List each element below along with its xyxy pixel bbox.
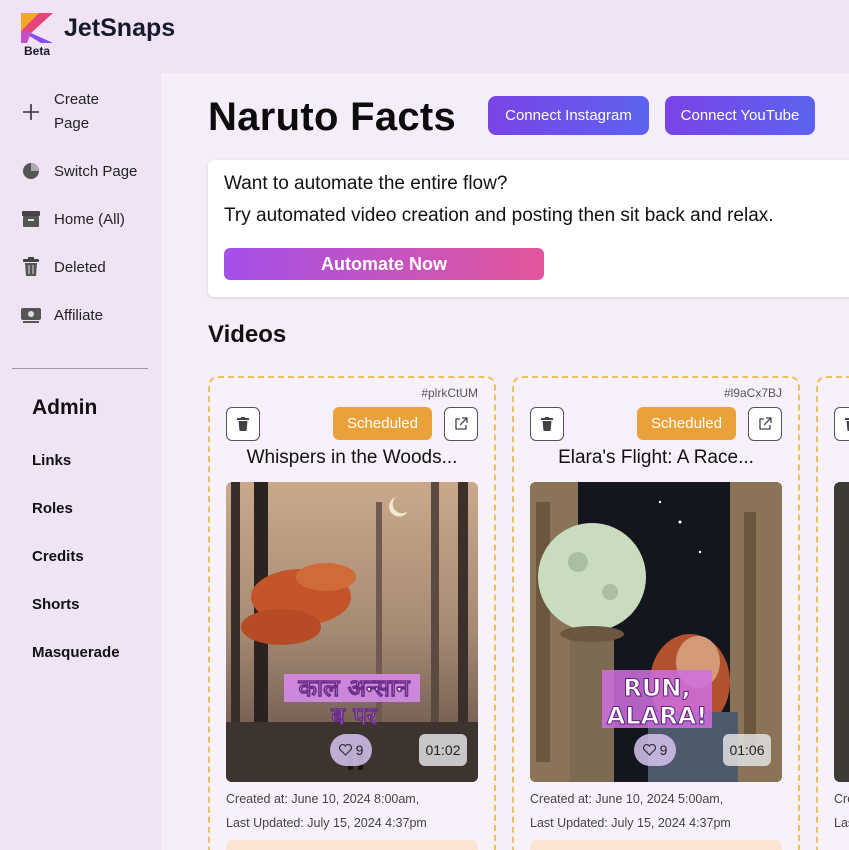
sidebar-item-affiliate[interactable]: Affiliate <box>20 304 103 326</box>
admin-link-shorts[interactable]: Shorts <box>32 596 80 613</box>
delete-video-button[interactable] <box>530 407 564 441</box>
main-content: Naruto Facts Connect Instagram Connect Y… <box>161 73 849 850</box>
likes-count-badge: 9 <box>634 734 676 766</box>
delete-video-button[interactable] <box>834 407 849 441</box>
beta-badge: Beta <box>24 44 51 58</box>
automate-now-button[interactable]: Automate Now <box>224 248 544 280</box>
admin-link-links[interactable]: Links <box>32 452 71 469</box>
video-id: #l9aCx7BJ <box>723 386 782 400</box>
last-updated-text: Last Updated: July 15, 2024 4:37pm <box>226 816 427 830</box>
admin-link-credits[interactable]: Credits <box>32 548 84 565</box>
video-thumbnail[interactable] <box>834 482 849 782</box>
sidebar-item-label: Affiliate <box>54 306 103 324</box>
page-title: Naruto Facts <box>208 95 457 139</box>
likes-count: 9 <box>355 742 364 758</box>
sidebar-divider <box>12 368 148 369</box>
created-at-text: Cre <box>834 792 849 806</box>
video-duration: 01:06 <box>723 734 771 766</box>
sidebar: Create Page Switch Page Home (All) Delet… <box>0 73 161 850</box>
video-id: #plrkCtUM <box>421 386 478 400</box>
sidebar-item-deleted[interactable]: Deleted <box>20 256 106 278</box>
banner-headline: Want to automate the entire flow? <box>224 173 508 194</box>
likes-count-badge: 9 <box>330 734 372 766</box>
trash-icon <box>20 256 42 278</box>
video-title: Elara's Flight: A Race... <box>558 447 754 468</box>
sidebar-item-home-all[interactable]: Home (All) <box>20 208 125 230</box>
videos-section-title: Videos <box>208 321 287 348</box>
thumbnail-caption-line-2: ALARA! <box>607 702 707 730</box>
connect-instagram-button[interactable]: Connect Instagram <box>488 96 649 135</box>
card-footer-bar <box>530 840 782 850</box>
banner-subtext: Try automated video creation and posting… <box>224 205 774 226</box>
automation-banner: Want to automate the entire flow? Try au… <box>208 160 849 297</box>
sidebar-item-label: Deleted <box>54 258 106 276</box>
sidebar-item-label: Create Page <box>54 91 100 132</box>
brand-name: JetSnaps <box>64 14 176 42</box>
external-link-icon <box>759 417 772 430</box>
sidebar-item-switch-page[interactable]: Switch Page <box>20 160 137 182</box>
archive-box-icon <box>20 208 42 230</box>
created-at-text: Created at: June 10, 2024 5:00am, <box>530 792 724 806</box>
sidebar-item-label: Home (All) <box>54 210 125 228</box>
video-title: Whispers in the Woods... <box>246 447 458 468</box>
last-updated-text: Last Updated: July 15, 2024 4:37pm <box>530 816 731 830</box>
pie-chart-icon <box>20 160 42 182</box>
video-thumbnail[interactable]: काल अन्सान ब पर 9 01:02 <box>226 482 478 782</box>
card-footer-bar <box>226 840 478 850</box>
plus-icon <box>20 101 42 123</box>
admin-section-title: Admin <box>32 396 98 419</box>
open-external-button[interactable] <box>444 407 478 441</box>
connect-youtube-button[interactable]: Connect YouTube <box>665 96 815 135</box>
sidebar-item-label: Switch Page <box>54 162 138 180</box>
thumbnail-caption-line-2: ब पर <box>330 702 378 730</box>
video-card[interactable]: Cre Las <box>816 376 849 850</box>
top-bar: JetSnaps Beta <box>0 0 849 73</box>
trash-icon <box>541 417 553 431</box>
admin-link-roles[interactable]: Roles <box>32 500 73 517</box>
created-at-text: Created at: June 10, 2024 8:00am, <box>226 792 420 806</box>
status-badge: Scheduled <box>637 407 736 440</box>
video-card[interactable]: #l9aCx7BJ Scheduled Elara's Flight: A Ra… <box>512 376 800 850</box>
video-thumbnail[interactable]: RUN, ALARA! 9 01:06 <box>530 482 782 782</box>
last-updated-text: Las <box>834 816 849 830</box>
heart-icon <box>642 744 656 756</box>
external-link-icon <box>455 417 468 430</box>
admin-link-masquerade[interactable]: Masquerade <box>32 644 120 661</box>
heart-icon <box>338 744 352 756</box>
money-icon <box>20 304 42 326</box>
sidebar-item-create-page[interactable]: Create Page <box>20 88 124 136</box>
likes-count: 9 <box>659 742 668 758</box>
thumbnail-caption-line-1: काल अन्सान <box>297 674 411 702</box>
jetsnaps-logo-icon[interactable] <box>21 13 53 43</box>
open-external-button[interactable] <box>748 407 782 441</box>
status-badge: Scheduled <box>333 407 432 440</box>
trash-icon <box>845 418 849 431</box>
trash-icon <box>237 417 249 431</box>
delete-video-button[interactable] <box>226 407 260 441</box>
thumbnail-caption-line-1: RUN, <box>623 674 690 702</box>
video-duration: 01:02 <box>419 734 467 766</box>
video-card[interactable]: #plrkCtUM Scheduled Whispers in the Wood… <box>208 376 496 850</box>
